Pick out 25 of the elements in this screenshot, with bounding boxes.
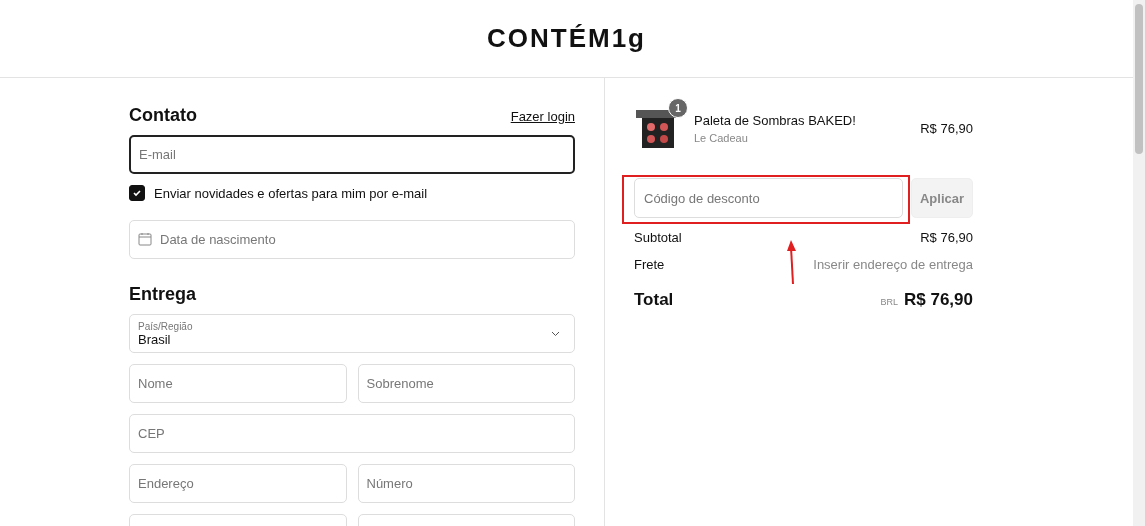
text-field[interactable]: Sobrenome xyxy=(357,364,575,403)
product-variant: Le Cadeau xyxy=(694,131,749,144)
login-link[interactable]: Fazer login xyxy=(510,109,575,124)
text-field[interactable]: Número xyxy=(357,464,575,503)
quantity-badge: 1 xyxy=(668,98,688,118)
checkbox-label: Enviar novidades e ofertas para mim por e-mail xyxy=(154,185,428,201)
section-title: Entrega xyxy=(129,284,198,305)
total-label: Total xyxy=(634,290,674,310)
text-field[interactable]: Endereço xyxy=(129,464,347,503)
logo: CONTÉM1g xyxy=(487,23,646,54)
text-field[interactable]: Nome xyxy=(129,364,347,403)
country-select[interactable]: País/Região Brasil xyxy=(129,314,575,353)
product-name: Paleta de Sombras BAKED! xyxy=(694,112,857,128)
email-field[interactable]: E-mail xyxy=(129,135,575,174)
summary-value: R$ 76,90 xyxy=(920,230,973,245)
summary-label: Subtotal xyxy=(634,230,682,245)
section-title: Contato xyxy=(129,105,197,126)
date-field[interactable]: Data de nascimento xyxy=(129,220,575,259)
text-field[interactable]: CEP xyxy=(129,414,575,453)
summary-label: Frete xyxy=(634,257,665,272)
summary-value: Inserir endereço de entrega xyxy=(813,257,973,272)
total-value: R$ 76,90 xyxy=(904,290,973,310)
currency-code: BRL xyxy=(880,297,898,307)
product-price: R$ 76,90 xyxy=(920,120,973,136)
discount-field[interactable]: Código de desconto xyxy=(634,178,903,218)
